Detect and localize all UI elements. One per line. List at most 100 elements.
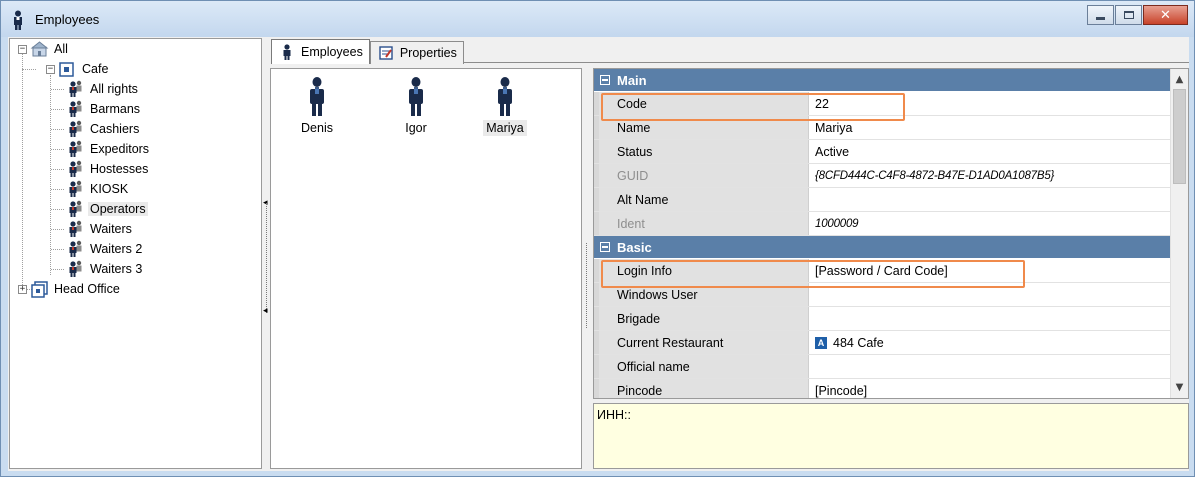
splitter-grip (586, 243, 587, 328)
property-name: Windows User (599, 283, 809, 306)
tree-node-group[interactable]: Hostesses (66, 160, 150, 178)
tree-label: Waiters (90, 222, 132, 236)
scroll-up-arrow-icon[interactable]: ▲ (1171, 71, 1188, 88)
category-main[interactable]: Main (594, 69, 1171, 92)
property-row-official-name[interactable]: Official name (594, 355, 1171, 379)
property-value[interactable] (809, 307, 1171, 330)
maximize-button[interactable] (1115, 5, 1142, 25)
properties-icon (379, 46, 393, 60)
category-label: Basic (617, 239, 652, 255)
property-row-alt-name[interactable]: Alt Name (594, 188, 1171, 212)
tab-label: Properties (399, 46, 457, 60)
property-value: 484 Cafe (833, 335, 884, 350)
collapse-icon[interactable] (600, 75, 610, 85)
tree-label: KIOSK (90, 182, 129, 196)
group-tree[interactable]: − All − Cafe All rights Barmans Cashiers Ex… (9, 38, 262, 469)
restaurant-badge-icon: A (815, 336, 827, 349)
tree-node-cafe[interactable]: Cafe (58, 60, 110, 78)
property-value[interactable]: Mariya (809, 116, 1171, 139)
tree-node-group[interactable]: Waiters 3 (66, 260, 144, 278)
tree-connector (22, 69, 36, 70)
grid-splitter[interactable] (583, 68, 593, 469)
tree-node-group[interactable]: Barmans (66, 100, 142, 118)
tree-node-group[interactable]: KIOSK (66, 180, 130, 198)
scroll-down-arrow-icon[interactable]: ▼ (1171, 379, 1188, 396)
collapse-left-arrow-icon[interactable]: ◂ (263, 306, 268, 316)
user-group-icon (66, 260, 86, 278)
tree-node-group[interactable]: All rights (66, 80, 140, 98)
tree-splitter[interactable]: ◂ ◂ (263, 38, 270, 469)
expand-head-office-toggle[interactable]: + (18, 285, 27, 294)
employee-icon (498, 77, 512, 116)
property-grid[interactable]: Main Code 22 Name Mariya Status Active G… (593, 68, 1189, 399)
employee-item-mariya[interactable]: Mariya (470, 77, 540, 136)
user-group-icon (66, 160, 86, 178)
tree-label: Cashiers (90, 122, 140, 136)
property-name: Code (599, 92, 809, 115)
description-pane: ИНН:: (593, 403, 1189, 469)
collapse-all-toggle[interactable]: − (18, 45, 27, 54)
property-row-pincode[interactable]: Pincode [Pincode] (594, 379, 1171, 398)
property-value[interactable]: Active (809, 140, 1171, 163)
user-group-icon (66, 140, 86, 158)
property-value: 1000009 (809, 212, 1171, 235)
property-row-name[interactable]: Name Mariya (594, 116, 1171, 140)
property-value[interactable] (809, 283, 1171, 306)
close-button[interactable]: ✕ (1143, 5, 1188, 25)
collapse-icon[interactable] (600, 242, 610, 252)
user-group-icon (66, 80, 86, 98)
property-row-windows-user[interactable]: Windows User (594, 283, 1171, 307)
property-row-code[interactable]: Code 22 (594, 92, 1171, 116)
employee-item-denis[interactable]: Denis (282, 77, 352, 136)
tree-node-group[interactable]: Operators (66, 200, 148, 218)
employee-icon (409, 77, 423, 116)
user-group-icon (66, 180, 86, 198)
employee-name: Igor (405, 121, 427, 135)
property-value[interactable] (809, 355, 1171, 378)
property-row-brigade[interactable]: Brigade (594, 307, 1171, 331)
tree-connector (22, 53, 23, 293)
tab-label: Employees (301, 45, 363, 59)
tree-connector (51, 169, 64, 170)
tree-label: Waiters 2 (90, 242, 143, 256)
tree-node-group[interactable]: Cashiers (66, 120, 141, 138)
client-area: − All − Cafe All rights Barmans Cashiers Ex… (8, 37, 1189, 471)
employee-item-igor[interactable]: Igor (381, 77, 451, 136)
tree-node-head-office[interactable]: Head Office (30, 280, 122, 298)
property-value[interactable] (809, 188, 1171, 211)
property-value-container[interactable]: A 484 Cafe (809, 331, 1171, 354)
tree-node-group[interactable]: Waiters (66, 220, 134, 238)
title-bar[interactable]: Employees ✕ (1, 1, 1194, 37)
tree-node-group[interactable]: Expeditors (66, 140, 151, 158)
tree-connector (51, 109, 64, 110)
minimize-button[interactable] (1087, 5, 1114, 25)
scrollbar-thumb[interactable] (1173, 89, 1186, 184)
property-row-ident[interactable]: Ident 1000009 (594, 212, 1171, 236)
tree-connector (51, 209, 64, 210)
tab-strip: Employees Properties (271, 39, 464, 64)
tab-properties[interactable]: Properties (369, 41, 464, 64)
employees-window: Employees ✕ − All − Cafe All rights Barm… (0, 0, 1195, 477)
property-name: Name (599, 116, 809, 139)
tree-label: Hostesses (90, 162, 149, 176)
collapse-cafe-toggle[interactable]: − (46, 65, 55, 74)
property-name: Login Info (599, 259, 809, 282)
user-group-icon (66, 240, 86, 258)
property-row-guid[interactable]: GUID {8CFD444C-C4F8-4872-B47E-D1AD0A1087… (594, 164, 1171, 188)
property-rows: Main Code 22 Name Mariya Status Active G… (594, 69, 1171, 398)
property-row-login-info[interactable]: Login Info [Password / Card Code] (594, 259, 1171, 283)
property-value[interactable]: 22 (809, 92, 1171, 115)
category-basic[interactable]: Basic (594, 236, 1171, 259)
tab-employees[interactable]: Employees (271, 39, 370, 64)
employee-list[interactable]: Denis Igor Mariya (270, 68, 582, 469)
property-row-current-restaurant[interactable]: Current Restaurant A 484 Cafe (594, 331, 1171, 355)
category-label: Main (617, 72, 647, 88)
tree-label: Cafe (82, 62, 109, 76)
window-controls: ✕ (1087, 5, 1188, 27)
tree-node-all[interactable]: All (30, 40, 70, 58)
tree-node-group[interactable]: Waiters 2 (66, 240, 144, 258)
vertical-scrollbar[interactable]: ▲ ▼ (1170, 69, 1188, 398)
property-value[interactable]: [Password / Card Code] (809, 259, 1171, 282)
property-row-status[interactable]: Status Active (594, 140, 1171, 164)
property-value[interactable]: [Pincode] (809, 379, 1171, 398)
